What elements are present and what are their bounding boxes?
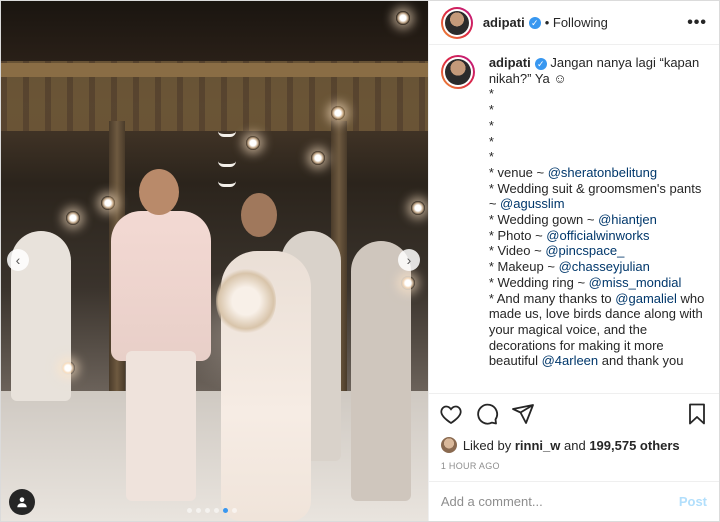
sparkler (61, 361, 75, 375)
caption-username[interactable]: adipati (489, 55, 531, 70)
user-icon (17, 497, 27, 508)
share-icon[interactable] (511, 402, 535, 426)
caption-avatar[interactable] (440, 55, 475, 89)
caption-credit-line: * venue ~ @sheratonbelitung (488, 164, 658, 180)
verified-badge-icon: ✓ (528, 16, 541, 29)
photo-groom-legs (126, 351, 196, 501)
post-sidebar: adipati ✓ • Following ••• adipati ✓ Janga… (427, 1, 719, 521)
post-timestamp[interactable]: 1 HOUR AGO (429, 457, 719, 481)
sparkler (401, 276, 415, 290)
comment-icon[interactable] (475, 402, 499, 426)
sparkler (411, 201, 425, 215)
caption-credits: * venue ~ @sheratonbelitung * Wedding sui… (489, 165, 707, 291)
caption-credit-line: * Wedding suit & groomsmen's pants ~ @ag… (488, 180, 702, 212)
post-photo[interactable]: ‹ › (1, 1, 428, 521)
sparkler (331, 106, 345, 120)
photo-groom-head (139, 169, 179, 215)
author-avatar[interactable] (440, 6, 473, 39)
mention-link[interactable]: @sheratonbelitung (548, 165, 657, 180)
verified-badge-icon: ✓ (534, 57, 547, 70)
mention-link[interactable]: @miss_mondial (589, 275, 682, 290)
caption-dot-line: * (488, 133, 494, 149)
following-button[interactable]: • Following (545, 15, 608, 30)
carousel-dot (223, 508, 228, 513)
caption-area: adipati ✓ Jangan nanya lagi “kapan nikah?… (429, 45, 719, 393)
caption-dot-line: * (488, 149, 494, 165)
mention-link[interactable]: @agusslim (500, 196, 565, 211)
carousel-dot (205, 508, 210, 513)
bookmark-icon[interactable] (685, 402, 709, 426)
sparkler (246, 136, 260, 150)
following-label[interactable]: Following (553, 15, 608, 30)
likes-count-link[interactable]: 199,575 others (589, 438, 679, 453)
comment-bar: Post (428, 481, 719, 521)
caption-credit-line: * Makeup ~ @chasseyjulian (488, 259, 650, 275)
sparkler (101, 196, 115, 210)
tagged-users-button[interactable] (9, 489, 35, 515)
mention-link[interactable]: @4arleen (542, 353, 599, 368)
carousel-dots (187, 508, 237, 513)
carousel-dot (214, 508, 219, 513)
likes-summary: Liked by rinni_w and 199,575 others (429, 433, 719, 457)
liker-username[interactable]: rinni_w (515, 438, 561, 453)
carousel-dot (196, 508, 201, 513)
caption-thanks: * And many thanks to @gamaliel who made … (488, 290, 705, 369)
caption-dots: * * * * * (489, 86, 707, 165)
caption-credit-line: * Wedding ring ~ @miss_mondial (488, 274, 682, 290)
sparkler (396, 11, 410, 25)
sparkler (311, 151, 325, 165)
mention-link[interactable]: @gamaliel (615, 291, 677, 306)
post-header: adipati ✓ • Following ••• (428, 1, 719, 45)
post-comment-button[interactable]: Post (679, 494, 707, 509)
carousel-prev-button[interactable]: ‹ (7, 249, 29, 271)
carousel-dot (187, 508, 192, 513)
action-bar (428, 393, 719, 433)
photo-groom (111, 211, 211, 361)
photo-roof-beam (1, 63, 428, 77)
carousel-next-button[interactable]: › (398, 249, 420, 271)
caption-credit-line: * Photo ~ @officialwinworks (488, 227, 650, 243)
caption-credit-line: * Wedding gown ~ @hiantjen (488, 212, 657, 228)
photo-bouquet (216, 266, 276, 336)
mention-link[interactable]: @chasseyjulian (559, 259, 650, 274)
instagram-post-modal: ‹ › adipati ✓ • Following ••• adipati ✓ J… (0, 0, 720, 522)
caption-dot-line: * (488, 102, 494, 118)
liker-avatar[interactable] (440, 437, 457, 453)
author-username[interactable]: adipati (483, 15, 525, 30)
caption-dot-line: * (488, 117, 494, 133)
photo-lamp (218, 161, 236, 167)
caption-text: adipati ✓ Jangan nanya lagi “kapan nikah?… (489, 55, 707, 393)
more-options-icon[interactable]: ••• (687, 14, 707, 32)
mention-link[interactable]: @hiantjen (598, 212, 657, 227)
photo-lamp (218, 131, 236, 137)
photo-lamp (218, 181, 236, 187)
caption-credit-line: * Video ~ @pincspace_ (488, 243, 625, 259)
comment-input[interactable] (440, 494, 679, 509)
heart-icon[interactable] (439, 402, 463, 426)
mention-link[interactable]: @pincspace_ (545, 243, 624, 258)
sparkler (66, 211, 80, 225)
caption-dot-line: * (488, 86, 494, 102)
photo-bride-head (241, 193, 277, 237)
mention-link[interactable]: @officialwinworks (546, 228, 649, 243)
carousel-dot (232, 508, 237, 513)
